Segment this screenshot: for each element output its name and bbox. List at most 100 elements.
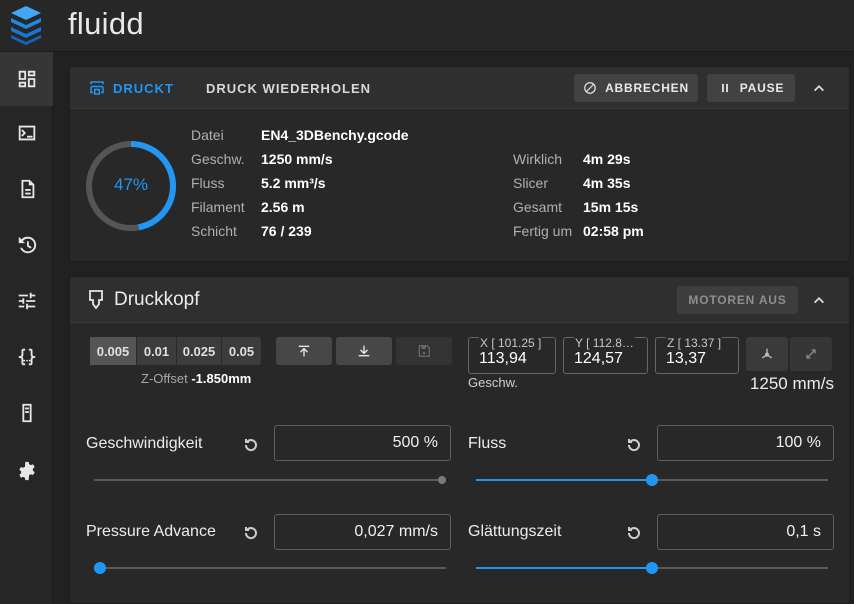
code-braces-icon <box>18 348 35 366</box>
nav-item-system[interactable] <box>0 386 53 440</box>
fluidd-logo-icon[interactable] <box>8 4 44 46</box>
printer-device-icon <box>21 403 32 423</box>
chevron-up-icon <box>814 85 824 92</box>
actual-time-value: 4m 29s <box>583 151 631 167</box>
z-offset-down-button[interactable] <box>336 337 392 365</box>
nav-item-dashboard[interactable] <box>0 52 53 106</box>
nav-item-tune[interactable] <box>0 274 53 328</box>
flow-factor-slider[interactable] <box>476 473 828 487</box>
pause-label: PAUSE <box>739 81 785 95</box>
x-position-field[interactable]: X [ 101.25 ] 113,94 <box>468 336 556 374</box>
toolhead-card: Druckkopf MOTOREN AUS 0.005 0.01 0.025 0… <box>69 276 850 604</box>
pause-button[interactable]: PAUSE <box>707 74 795 102</box>
printer-3d-icon <box>90 81 104 95</box>
filament-label: Filament <box>191 199 245 215</box>
console-icon <box>18 125 35 141</box>
nav-item-console[interactable] <box>0 106 53 160</box>
slider-track <box>94 479 446 481</box>
z-position-field[interactable]: Z [ 13.37 ] 13,37 <box>655 336 739 374</box>
z-offset-readout: Z-Offset -1.850mm <box>141 371 251 386</box>
tab-printing[interactable]: DRUCKT <box>113 81 174 96</box>
x-position-label: X [ 101.25 ] <box>479 336 543 350</box>
y-position-label: Y [ 112.8… <box>574 336 635 350</box>
nav-item-settings[interactable] <box>0 444 53 498</box>
flow-label: Fluss <box>191 175 225 191</box>
nav-item-jobs[interactable] <box>0 162 53 216</box>
z-offset-label: Z-Offset <box>141 371 188 386</box>
tab-reprint[interactable]: DRUCK WIEDERHOLEN <box>206 81 371 96</box>
pressure-advance-slider[interactable] <box>94 561 446 575</box>
speed-factor-input[interactable]: 500 % <box>274 425 451 461</box>
tune-icon <box>18 292 35 310</box>
slider-thumb[interactable] <box>646 562 658 574</box>
smooth-time-slider[interactable] <box>476 561 828 575</box>
actual-time-label: Wirklich <box>513 151 562 167</box>
nav-item-history[interactable] <box>0 218 53 272</box>
z-step-option[interactable]: 0.025 <box>177 337 222 365</box>
speed-factor-slider[interactable] <box>94 473 446 487</box>
z-step-option[interactable]: 0.05 <box>222 337 261 365</box>
dashboard-icon <box>18 70 35 88</box>
filament-value: 2.56 m <box>261 199 305 215</box>
smooth-time-input[interactable]: 0,1 s <box>657 514 834 550</box>
slicer-time-label: Slicer <box>513 175 549 191</box>
pressure-advance-input[interactable]: 0,027 mm/s <box>274 514 451 550</box>
reset-icon <box>244 527 257 540</box>
z-offset-up-button[interactable] <box>276 337 332 365</box>
flow-value: 5.2 mm³/s <box>261 175 326 191</box>
speed-label: Geschw. <box>191 151 245 167</box>
eta-value: 02:58 pm <box>583 223 644 239</box>
slider-thumb[interactable] <box>438 476 446 484</box>
speed-factor-label: Geschwindigkeit <box>86 435 203 452</box>
collapse-status-button[interactable] <box>805 74 833 102</box>
toolhead-title: Druckkopf <box>114 289 200 310</box>
slicer-time-value: 4m 35s <box>583 175 631 191</box>
reset-icon <box>244 439 257 452</box>
arrow-expand-icon <box>806 349 816 359</box>
z-position-label: Z [ 13.37 ] <box>666 336 723 350</box>
z-step-group: 0.005 0.01 0.025 0.05 <box>90 337 261 365</box>
print-status-card: DRUCKT DRUCK WIEDERHOLEN ABBRECHEN PAUSE… <box>69 66 850 262</box>
speed-value: 1250 mm/s <box>261 151 333 167</box>
slider-thumb[interactable] <box>646 474 658 486</box>
chevron-up-icon <box>814 297 824 304</box>
eta-label: Fertig um <box>513 223 573 239</box>
toolhead-header: Druckkopf MOTOREN AUS <box>70 277 849 323</box>
axis-arrow-icon <box>761 348 773 359</box>
x-position-value: 113,94 <box>479 350 527 367</box>
cancel-icon <box>584 82 596 94</box>
slider-fill <box>476 479 652 481</box>
printer-nozzle-icon <box>89 290 103 310</box>
home-all-button[interactable] <box>746 337 788 371</box>
print-status-header: DRUCKT DRUCK WIEDERHOLEN ABBRECHEN PAUSE <box>70 67 849 109</box>
file-value: EN4_3DBenchy.gcode <box>261 127 409 143</box>
motors-off-button[interactable]: MOTOREN AUS <box>677 286 798 314</box>
z-step-option[interactable]: 0.005 <box>90 337 137 365</box>
motors-off-label: MOTOREN AUS <box>688 293 787 307</box>
reset-icon <box>627 527 640 540</box>
z-offset-value: -1.850mm <box>191 371 252 386</box>
nav-item-configuration[interactable] <box>0 330 53 384</box>
z-offset-save-button[interactable] <box>396 337 452 365</box>
side-nav <box>0 52 53 604</box>
z-step-option[interactable]: 0.01 <box>137 337 177 365</box>
collapse-toolhead-button[interactable] <box>805 286 833 314</box>
y-position-value: 124,57 <box>574 350 623 367</box>
history-icon <box>18 236 36 254</box>
pause-icon <box>721 83 728 93</box>
flow-factor-input[interactable]: 100 % <box>657 425 834 461</box>
speed-readout-value: 1250 mm/s <box>749 374 834 393</box>
cancel-label: ABBRECHEN <box>605 81 689 95</box>
layer-value: 76 / 239 <box>261 223 312 239</box>
z-position-value: 13,37 <box>666 350 707 367</box>
arrow-collapse-up-icon <box>298 345 310 357</box>
cancel-print-button[interactable]: ABBRECHEN <box>574 74 698 102</box>
slider-thumb[interactable] <box>94 562 106 574</box>
total-time-label: Gesamt <box>513 199 563 215</box>
y-position-field[interactable]: Y [ 112.8… 124,57 <box>563 336 648 374</box>
progress-percent: 47% <box>113 175 149 194</box>
total-time-value: 15m 15s <box>583 199 639 215</box>
smooth-time-label: Glättungszeit <box>468 523 562 540</box>
relative-move-button[interactable] <box>790 337 832 371</box>
speed-readout-label: Geschw. <box>468 375 518 390</box>
